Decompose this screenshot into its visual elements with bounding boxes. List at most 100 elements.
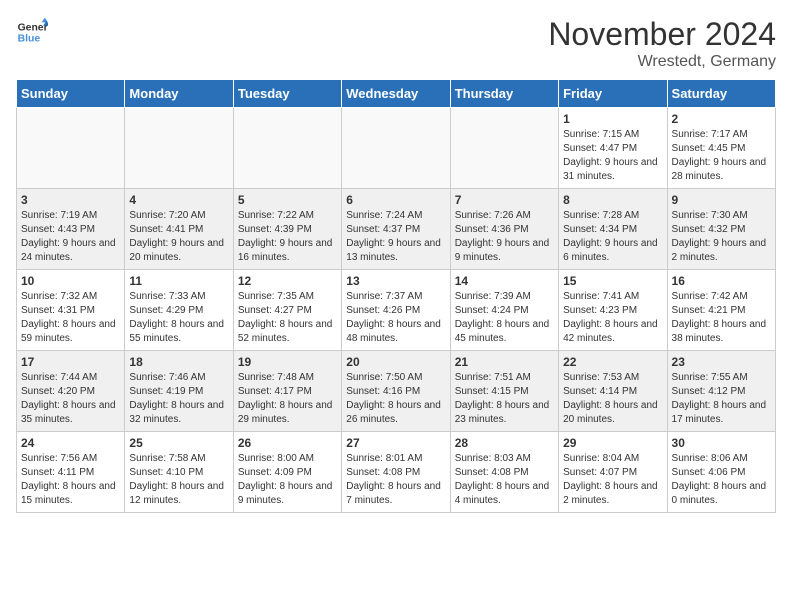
day-info: Sunrise: 8:00 AM Sunset: 4:09 PM Dayligh…	[238, 452, 337, 508]
day-info: Sunrise: 7:44 AM Sunset: 4:20 PM Dayligh…	[21, 371, 120, 427]
day-number: 5	[238, 193, 337, 207]
calendar-cell: 12 Sunrise: 7:35 AM Sunset: 4:27 PM Dayli…	[233, 270, 341, 351]
day-info: Sunrise: 7:19 AM Sunset: 4:43 PM Dayligh…	[21, 209, 120, 265]
calendar-cell: 5 Sunrise: 7:22 AM Sunset: 4:39 PM Daylig…	[233, 189, 341, 270]
day-number: 27	[346, 436, 445, 450]
day-info: Sunrise: 7:24 AM Sunset: 4:37 PM Dayligh…	[346, 209, 445, 265]
day-number: 24	[21, 436, 120, 450]
day-number: 14	[455, 274, 554, 288]
calendar-cell: 30 Sunrise: 8:06 AM Sunset: 4:06 PM Dayli…	[667, 432, 775, 513]
day-number: 13	[346, 274, 445, 288]
day-info: Sunrise: 7:22 AM Sunset: 4:39 PM Dayligh…	[238, 209, 337, 265]
day-info: Sunrise: 8:06 AM Sunset: 4:06 PM Dayligh…	[672, 452, 771, 508]
day-info: Sunrise: 7:28 AM Sunset: 4:34 PM Dayligh…	[563, 209, 662, 265]
weekday-header: Saturday	[667, 80, 775, 108]
logo-icon: General Blue	[16, 16, 48, 48]
day-info: Sunrise: 7:39 AM Sunset: 4:24 PM Dayligh…	[455, 290, 554, 346]
day-info: Sunrise: 7:51 AM Sunset: 4:15 PM Dayligh…	[455, 371, 554, 427]
day-number: 23	[672, 355, 771, 369]
calendar-cell: 22Sunrise: 7:53 AM Sunset: 4:14 PM Dayli…	[559, 351, 667, 432]
weekday-header: Tuesday	[233, 80, 341, 108]
day-number: 28	[455, 436, 554, 450]
day-number: 29	[563, 436, 662, 450]
weekday-header: Monday	[125, 80, 233, 108]
day-info: Sunrise: 7:37 AM Sunset: 4:26 PM Dayligh…	[346, 290, 445, 346]
calendar-cell: 19 Sunrise: 7:48 AM Sunset: 4:17 PM Dayli…	[233, 351, 341, 432]
calendar-cell: 25 Sunrise: 7:58 AM Sunset: 4:10 PM Dayli…	[125, 432, 233, 513]
weekday-header: Friday	[559, 80, 667, 108]
calendar-cell	[125, 108, 233, 189]
calendar-table: SundayMondayTuesdayWednesdayThursdayFrid…	[16, 79, 776, 513]
day-number: 6	[346, 193, 445, 207]
calendar-cell: 21 Sunrise: 7:51 AM Sunset: 4:15 PM Dayli…	[450, 351, 558, 432]
day-info: Sunrise: 7:42 AM Sunset: 4:21 PM Dayligh…	[672, 290, 771, 346]
day-number: 18	[129, 355, 228, 369]
day-number: 12	[238, 274, 337, 288]
day-number: 3	[21, 193, 120, 207]
day-number: 20	[346, 355, 445, 369]
day-number: 16	[672, 274, 771, 288]
day-number: 21	[455, 355, 554, 369]
calendar-week-row: 24 Sunrise: 7:56 AM Sunset: 4:11 PM Dayli…	[17, 432, 776, 513]
calendar-cell: 6 Sunrise: 7:24 AM Sunset: 4:37 PM Daylig…	[342, 189, 450, 270]
day-number: 2	[672, 112, 771, 126]
day-info: Sunrise: 7:55 AM Sunset: 4:12 PM Dayligh…	[672, 371, 771, 427]
day-info: Sunrise: 7:46 AM Sunset: 4:19 PM Dayligh…	[129, 371, 228, 427]
weekday-header: Thursday	[450, 80, 558, 108]
day-number: 30	[672, 436, 771, 450]
calendar-cell: 26 Sunrise: 8:00 AM Sunset: 4:09 PM Dayli…	[233, 432, 341, 513]
header: General Blue November 2024 Wrestedt, Ger…	[16, 16, 776, 71]
calendar-cell: 10Sunrise: 7:32 AM Sunset: 4:31 PM Dayli…	[17, 270, 125, 351]
calendar-cell: 3 Sunrise: 7:19 AM Sunset: 4:43 PM Daylig…	[17, 189, 125, 270]
day-number: 10	[21, 274, 120, 288]
svg-text:General: General	[18, 22, 48, 33]
day-info: Sunrise: 7:48 AM Sunset: 4:17 PM Dayligh…	[238, 371, 337, 427]
calendar-cell: 14 Sunrise: 7:39 AM Sunset: 4:24 PM Dayli…	[450, 270, 558, 351]
day-number: 26	[238, 436, 337, 450]
day-info: Sunrise: 7:26 AM Sunset: 4:36 PM Dayligh…	[455, 209, 554, 265]
calendar-cell: 18 Sunrise: 7:46 AM Sunset: 4:19 PM Dayli…	[125, 351, 233, 432]
day-info: Sunrise: 7:15 AM Sunset: 4:47 PM Dayligh…	[563, 128, 662, 184]
day-info: Sunrise: 7:50 AM Sunset: 4:16 PM Dayligh…	[346, 371, 445, 427]
calendar-cell: 1 Sunrise: 7:15 AM Sunset: 4:47 PM Daylig…	[559, 108, 667, 189]
calendar-cell: 9Sunrise: 7:30 AM Sunset: 4:32 PM Daylig…	[667, 189, 775, 270]
day-number: 22	[563, 355, 662, 369]
day-number: 4	[129, 193, 228, 207]
day-number: 11	[129, 274, 228, 288]
day-info: Sunrise: 7:35 AM Sunset: 4:27 PM Dayligh…	[238, 290, 337, 346]
calendar-cell: 17 Sunrise: 7:44 AM Sunset: 4:20 PM Dayli…	[17, 351, 125, 432]
day-info: Sunrise: 7:33 AM Sunset: 4:29 PM Dayligh…	[129, 290, 228, 346]
calendar-cell: 29 Sunrise: 8:04 AM Sunset: 4:07 PM Dayli…	[559, 432, 667, 513]
calendar-cell: 23 Sunrise: 7:55 AM Sunset: 4:12 PM Dayli…	[667, 351, 775, 432]
day-info: Sunrise: 7:58 AM Sunset: 4:10 PM Dayligh…	[129, 452, 228, 508]
calendar-cell	[342, 108, 450, 189]
calendar-cell: 16 Sunrise: 7:42 AM Sunset: 4:21 PM Dayli…	[667, 270, 775, 351]
day-number: 9	[672, 193, 771, 207]
calendar-cell: 2 Sunrise: 7:17 AM Sunset: 4:45 PM Daylig…	[667, 108, 775, 189]
day-info: Sunrise: 7:56 AM Sunset: 4:11 PM Dayligh…	[21, 452, 120, 508]
calendar-cell: 7Sunrise: 7:26 AM Sunset: 4:36 PM Daylig…	[450, 189, 558, 270]
day-info: Sunrise: 7:17 AM Sunset: 4:45 PM Dayligh…	[672, 128, 771, 184]
day-number: 17	[21, 355, 120, 369]
day-number: 25	[129, 436, 228, 450]
weekday-header: Wednesday	[342, 80, 450, 108]
day-info: Sunrise: 7:20 AM Sunset: 4:41 PM Dayligh…	[129, 209, 228, 265]
calendar-week-row: 1 Sunrise: 7:15 AM Sunset: 4:47 PM Daylig…	[17, 108, 776, 189]
calendar-cell: 24 Sunrise: 7:56 AM Sunset: 4:11 PM Dayli…	[17, 432, 125, 513]
day-number: 19	[238, 355, 337, 369]
day-number: 8	[563, 193, 662, 207]
day-info: Sunrise: 8:04 AM Sunset: 4:07 PM Dayligh…	[563, 452, 662, 508]
svg-text:Blue: Blue	[18, 34, 41, 45]
calendar-cell: 8 Sunrise: 7:28 AM Sunset: 4:34 PM Daylig…	[559, 189, 667, 270]
logo: General Blue	[16, 16, 48, 48]
day-info: Sunrise: 7:41 AM Sunset: 4:23 PM Dayligh…	[563, 290, 662, 346]
day-info: Sunrise: 8:01 AM Sunset: 4:08 PM Dayligh…	[346, 452, 445, 508]
calendar-cell: 13 Sunrise: 7:37 AM Sunset: 4:26 PM Dayli…	[342, 270, 450, 351]
day-number: 1	[563, 112, 662, 126]
calendar-cell	[17, 108, 125, 189]
weekday-header: Sunday	[17, 80, 125, 108]
title-block: November 2024 Wrestedt, Germany	[548, 16, 776, 71]
calendar-week-row: 17 Sunrise: 7:44 AM Sunset: 4:20 PM Dayli…	[17, 351, 776, 432]
calendar-week-row: 3 Sunrise: 7:19 AM Sunset: 4:43 PM Daylig…	[17, 189, 776, 270]
day-number: 15	[563, 274, 662, 288]
